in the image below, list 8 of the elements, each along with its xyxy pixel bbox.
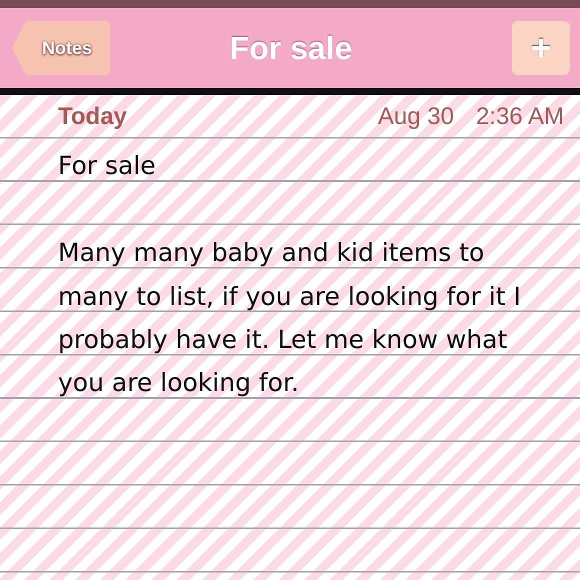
note-day: Today [58, 102, 378, 131]
note-date: Aug 30 [378, 102, 454, 131]
back-button[interactable]: Notes [12, 21, 110, 75]
note-title-line: For sale [58, 150, 157, 182]
nav-title: For sale [228, 30, 354, 66]
add-button[interactable]: + [512, 21, 570, 75]
note-body: Many many baby and kid items to many to list, if you are looking for it I probably have it. Let me know what you are looking for. [58, 237, 522, 400]
note-time: 2:36 AM [476, 102, 564, 131]
